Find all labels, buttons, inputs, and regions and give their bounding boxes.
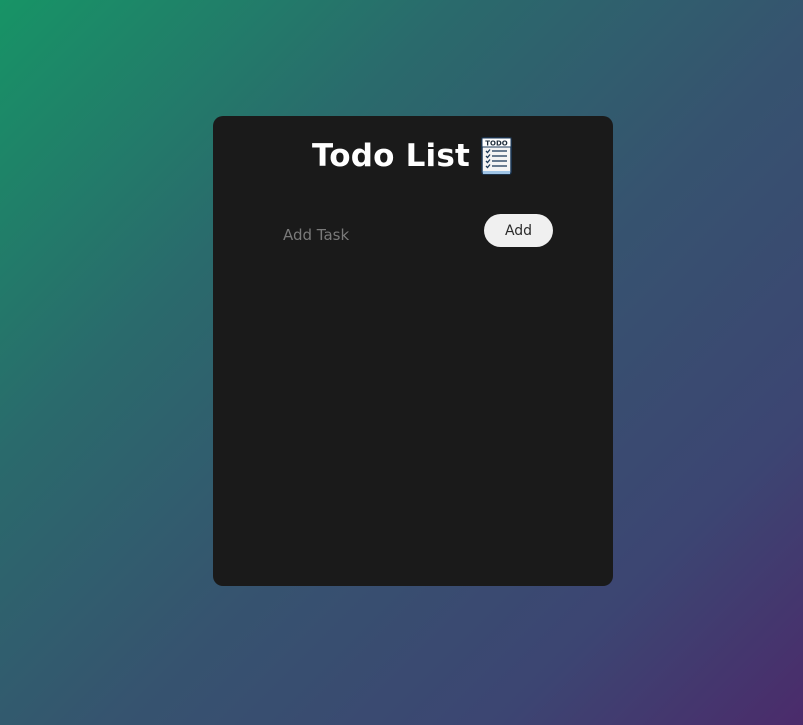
page-title: Todo List	[311, 138, 471, 174]
svg-text:TODO: TODO	[485, 140, 508, 148]
todo-card: Todo List TODO Add	[213, 116, 613, 586]
todo-notepad-icon: TODO	[480, 136, 514, 176]
add-button[interactable]: Add	[484, 214, 553, 247]
task-list	[253, 266, 573, 566]
header: Todo List TODO	[213, 134, 613, 178]
add-task-input[interactable]	[273, 220, 493, 250]
